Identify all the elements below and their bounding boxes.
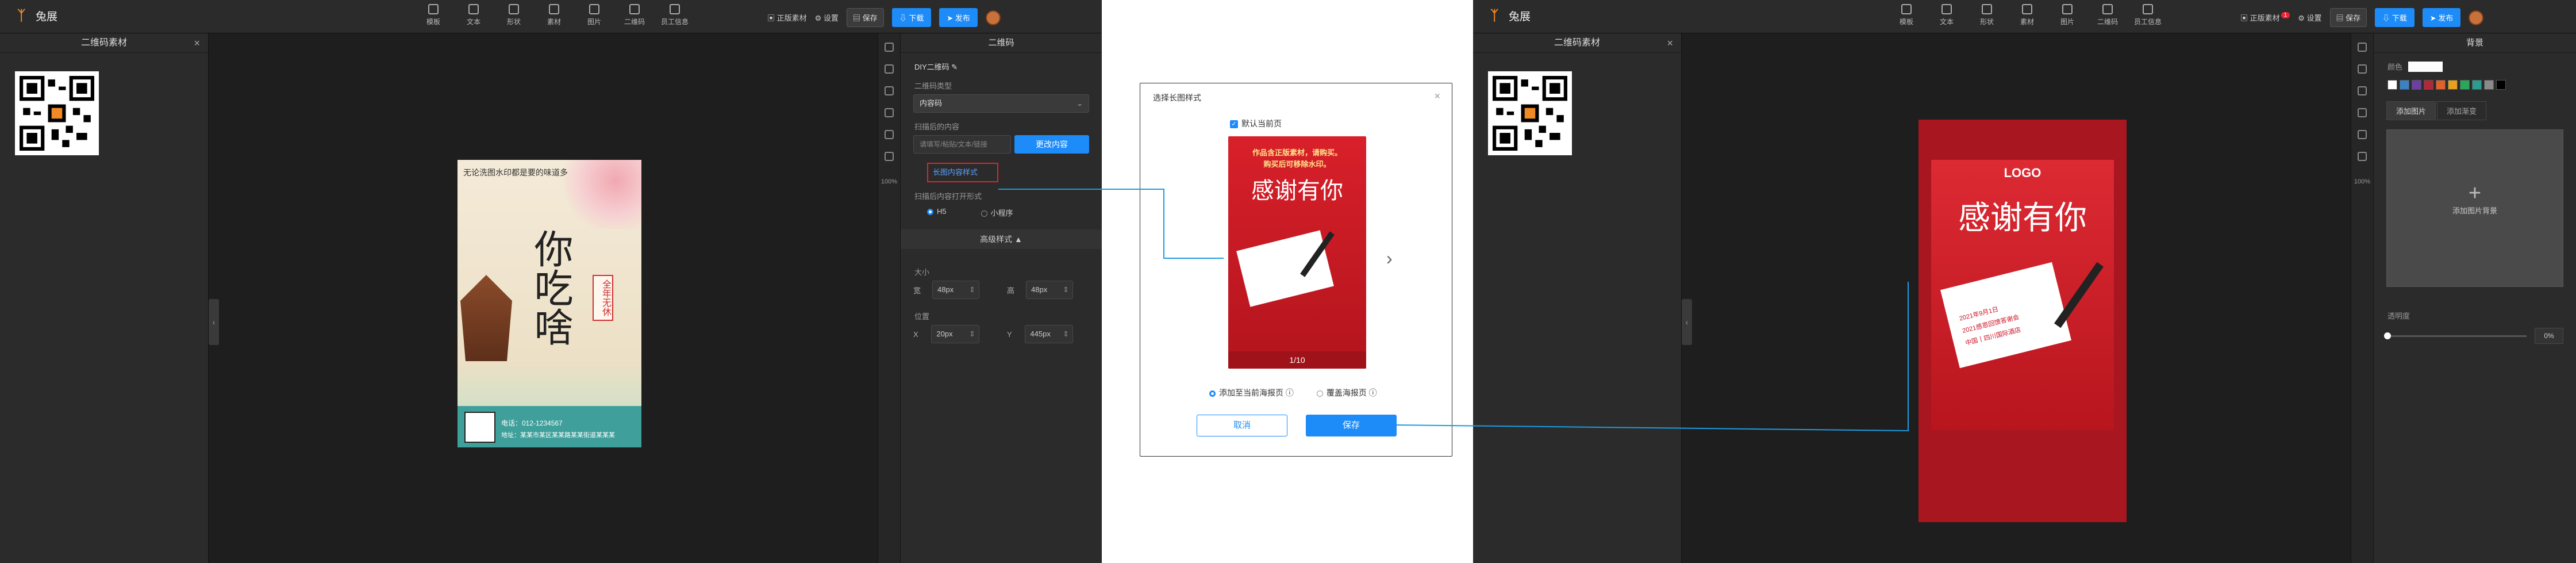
connector-line-2 — [1396, 282, 1909, 432]
flow-connectors — [998, 189, 1909, 432]
connector-line-1 — [998, 189, 1224, 259]
